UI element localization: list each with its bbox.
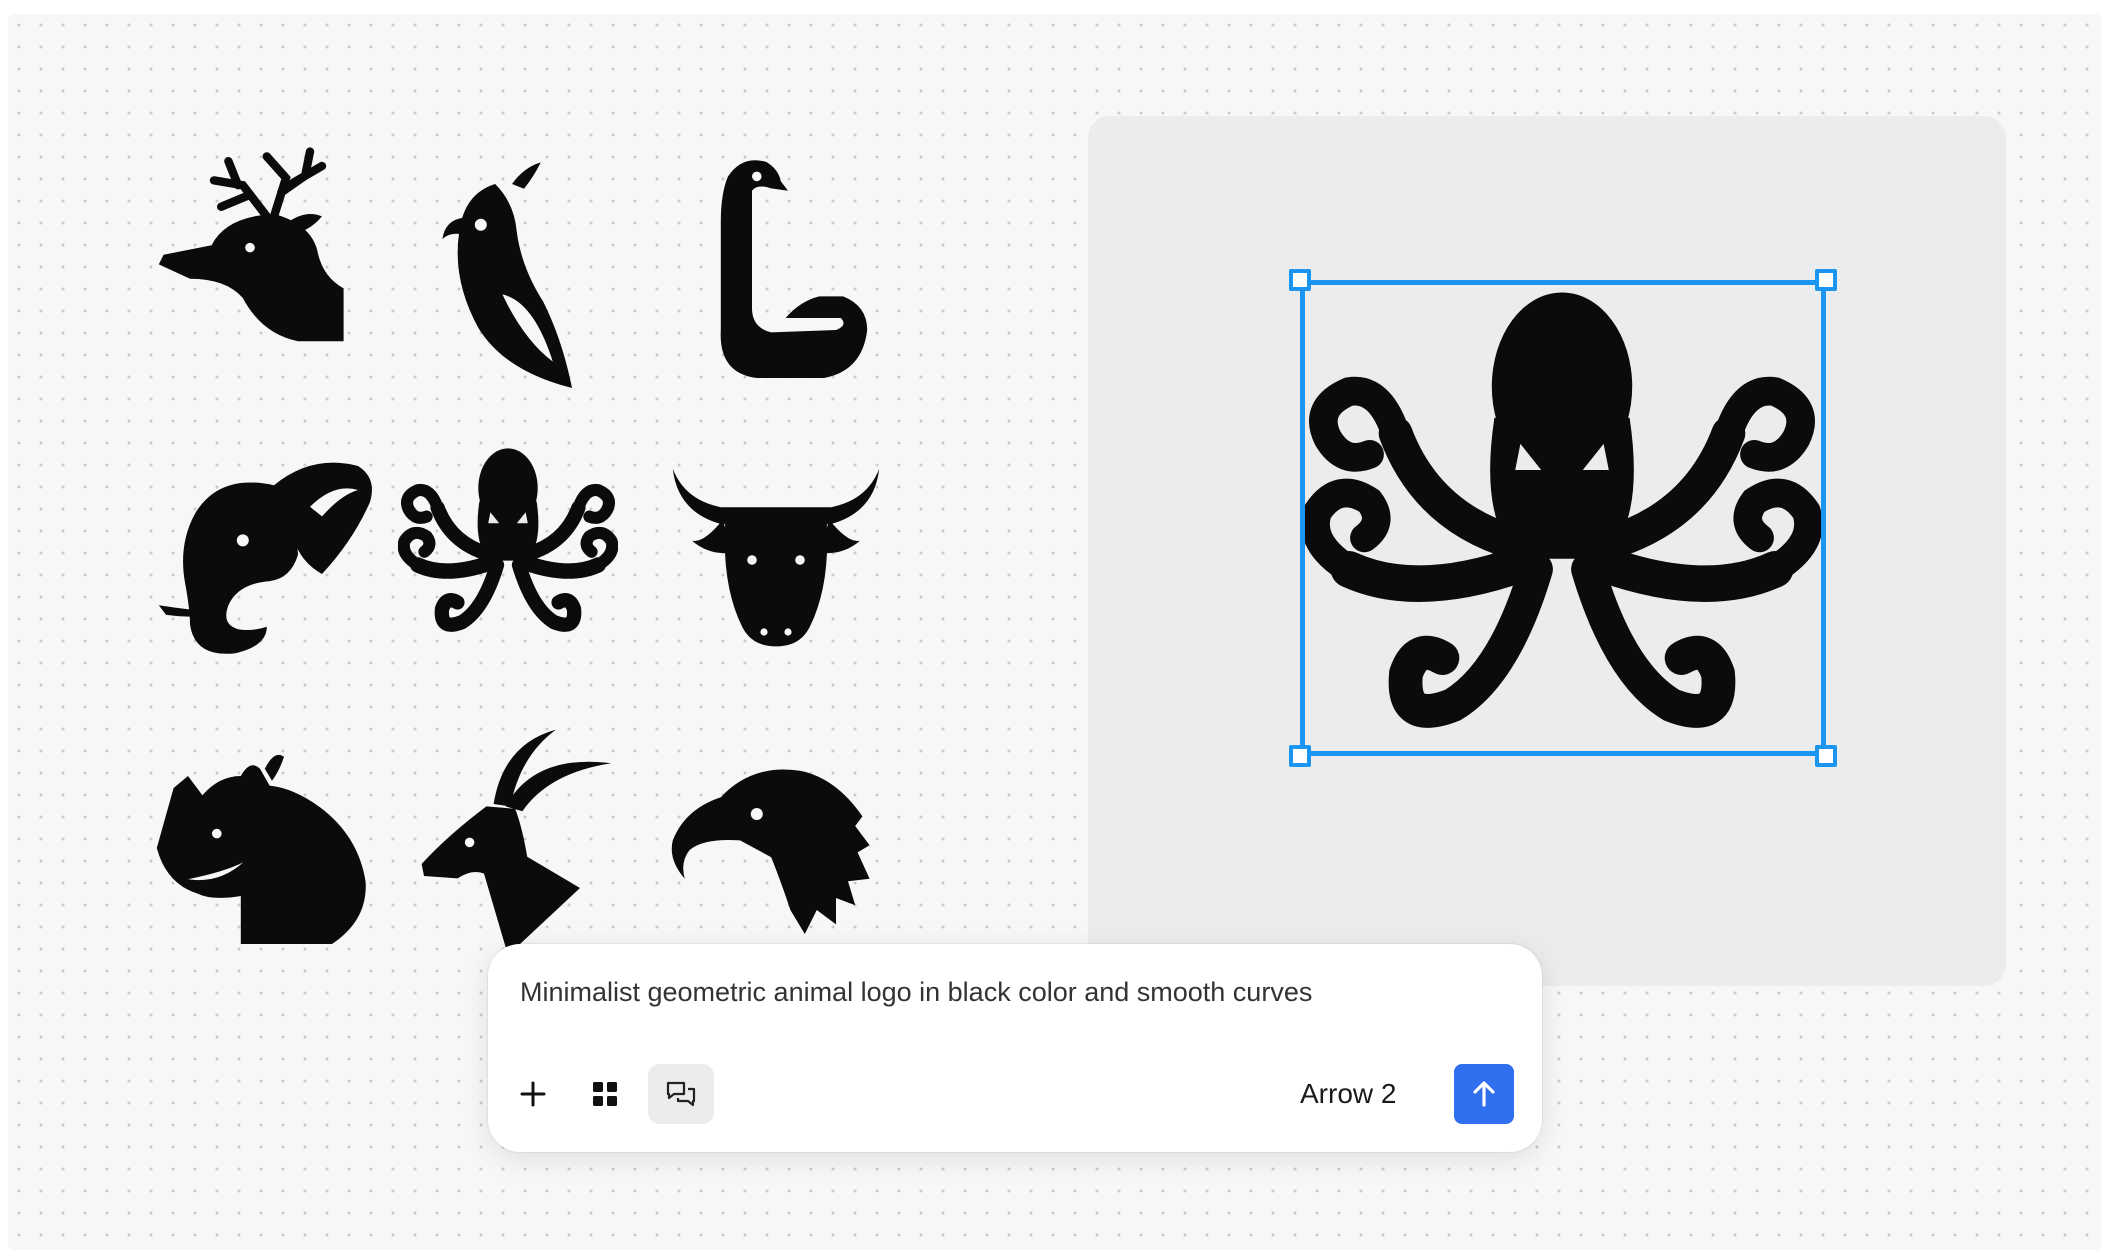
resize-handle-top-left[interactable]	[1289, 269, 1311, 291]
prompt-input[interactable]: Minimalist geometric animal logo in blac…	[520, 974, 1500, 1010]
swan-logo-icon[interactable]	[656, 150, 896, 390]
plus-icon	[520, 1081, 546, 1107]
add-button[interactable]	[500, 1064, 566, 1124]
parrot-logo-icon[interactable]	[392, 160, 632, 400]
grid-button[interactable]	[572, 1064, 638, 1124]
antelope-logo-icon[interactable]	[400, 720, 640, 960]
bull-logo-icon[interactable]	[656, 440, 896, 680]
prompt-panel: Minimalist geometric animal logo in blac…	[488, 944, 1542, 1152]
arrow-up-icon	[1473, 1081, 1495, 1107]
rhino-logo-icon[interactable]	[140, 728, 380, 968]
octopus-logo-icon[interactable]	[398, 444, 638, 684]
deer-logo-icon[interactable]	[142, 130, 382, 370]
resize-handle-bottom-left[interactable]	[1289, 745, 1311, 767]
resize-handle-bottom-right[interactable]	[1815, 745, 1837, 767]
resize-handle-top-right[interactable]	[1815, 269, 1837, 291]
grid-icon	[593, 1082, 617, 1106]
model-selector[interactable]: Arrow 2	[1300, 1078, 1396, 1110]
selection-box[interactable]	[1300, 280, 1826, 756]
eagle-logo-icon[interactable]	[656, 730, 896, 970]
elephant-logo-icon[interactable]	[142, 430, 382, 670]
chat-icon	[666, 1081, 696, 1107]
chat-button[interactable]	[648, 1064, 714, 1124]
send-button[interactable]	[1454, 1064, 1514, 1124]
